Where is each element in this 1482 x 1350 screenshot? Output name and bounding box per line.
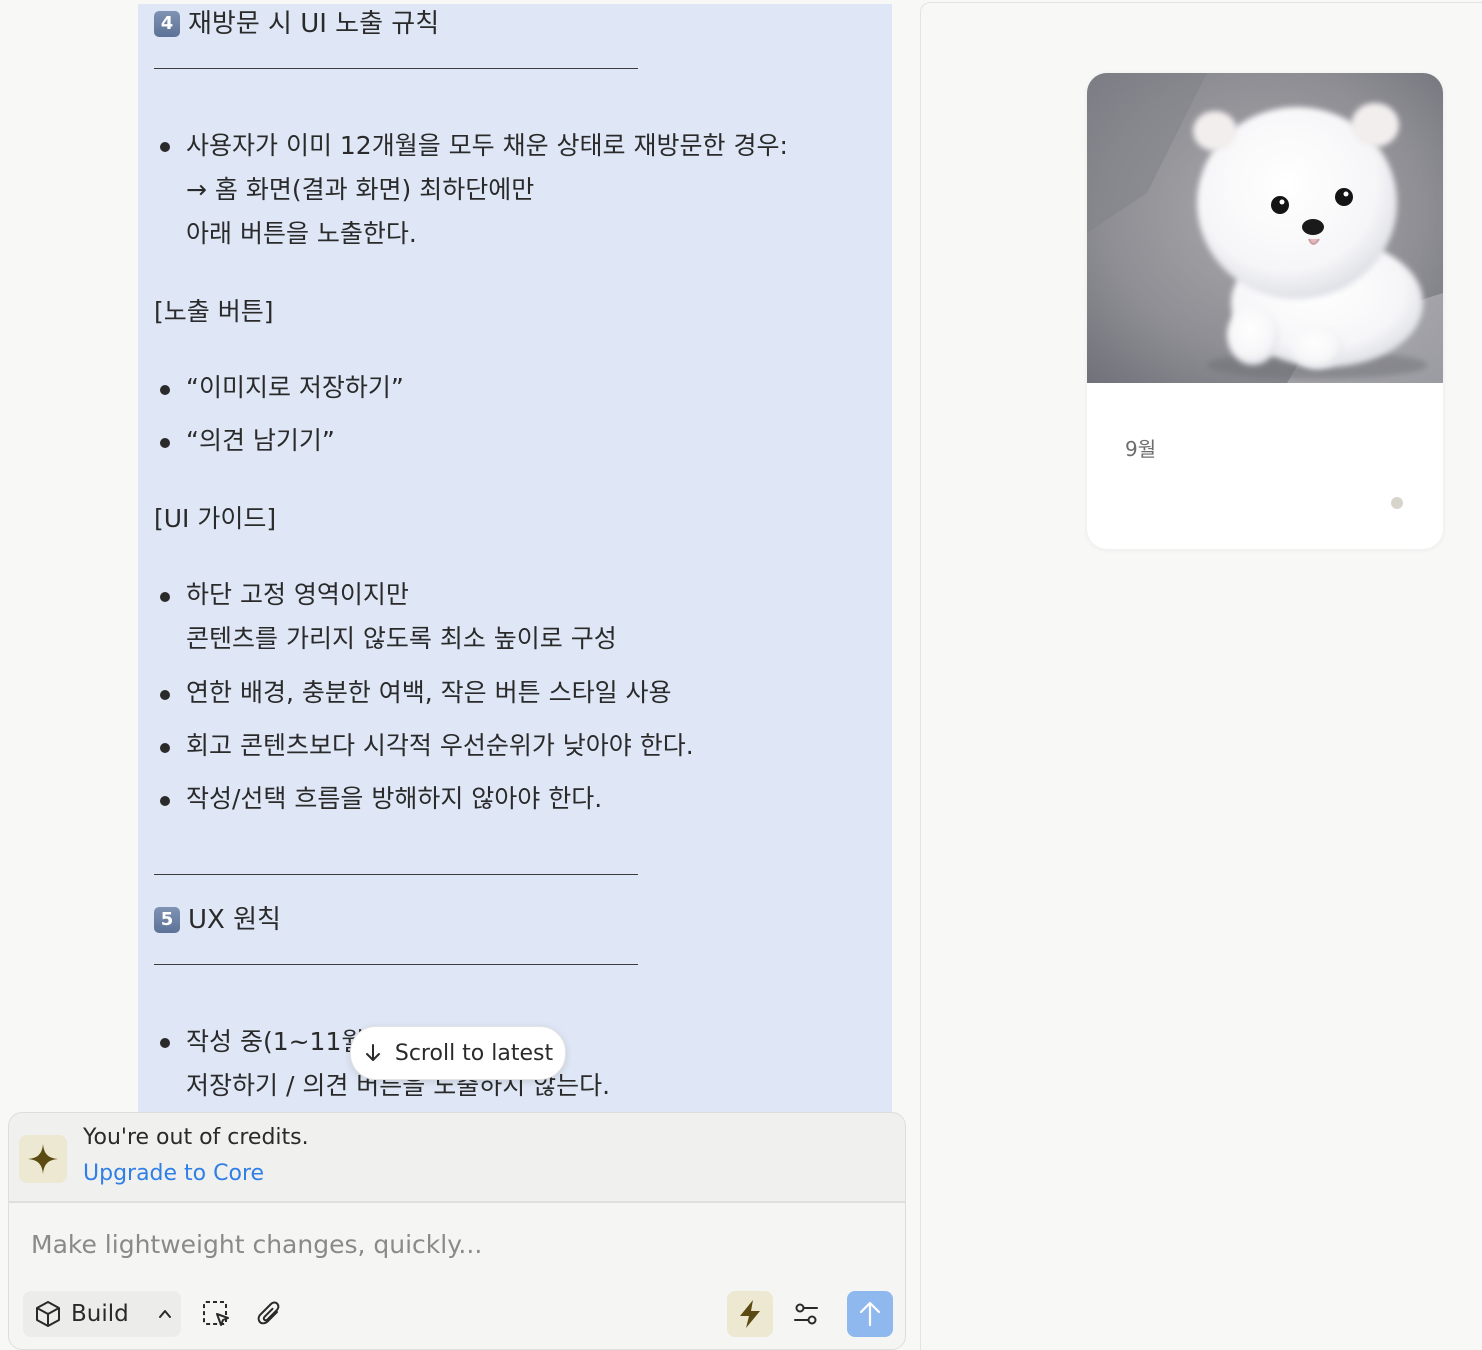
settings-sliders-icon bbox=[794, 1303, 818, 1325]
bullet-icon bbox=[160, 743, 170, 753]
exposed-buttons-heading: [노출 버튼] bbox=[154, 297, 274, 326]
ui-guide-item4: 작성/선택 흐름을 방해하지 않아야 한다. bbox=[186, 784, 603, 813]
bullet-icon bbox=[160, 690, 170, 700]
fast-mode-button[interactable] bbox=[727, 1291, 773, 1337]
keycap-5-icon: 5 bbox=[154, 907, 180, 933]
select-element-button[interactable] bbox=[193, 1291, 239, 1337]
bullet-icon bbox=[160, 438, 170, 448]
month-card[interactable]: 9월 bbox=[1087, 73, 1443, 549]
build-mode-button[interactable]: Build bbox=[23, 1291, 181, 1337]
divider bbox=[154, 68, 638, 69]
section-4-heading: 4 재방문 시 UI 노출 규칙 bbox=[154, 4, 439, 44]
bullet-icon bbox=[160, 142, 170, 152]
select-area-icon bbox=[203, 1301, 229, 1326]
bullet-icon bbox=[160, 796, 170, 806]
app-preview-pane[interactable]: 9월 bbox=[920, 2, 1482, 1350]
lightning-icon bbox=[740, 1300, 760, 1328]
ui-guide-item2: 연한 배경, 충분한 여백, 작은 버튼 스타일 사용 bbox=[186, 678, 672, 707]
revisit-rule-line2: → 홈 화면(결과 화면) 최하단에만 bbox=[186, 175, 535, 204]
section-5-heading: 5 UX 원칙 bbox=[154, 900, 281, 940]
send-button[interactable] bbox=[847, 1291, 893, 1337]
exposed-button-item: “이미지로 저장하기” bbox=[186, 373, 404, 402]
section-4-title: 재방문 시 UI 노출 규칙 bbox=[188, 9, 440, 39]
section-5-title: UX 원칙 bbox=[188, 905, 281, 935]
chat-pane[interactable]: 4 재방문 시 UI 노출 규칙 사용자가 이미 12개월을 모두 채운 상태로 … bbox=[0, 0, 918, 1350]
credits-message: You're out of credits. bbox=[83, 1125, 309, 1150]
arrow-down-icon bbox=[365, 1044, 380, 1061]
scroll-to-latest-label: Scroll to latest bbox=[394, 1040, 554, 1066]
credits-banner: You're out of credits. Upgrade to Core bbox=[8, 1112, 906, 1202]
keycap-4-icon: 4 bbox=[154, 11, 180, 37]
divider bbox=[154, 874, 638, 875]
assistant-message: 4 재방문 시 UI 노출 규칙 사용자가 이미 12개월을 모두 채운 상태로 … bbox=[138, 4, 892, 1124]
ui-guide-heading: [UI 가이드] bbox=[154, 504, 277, 533]
bullet-icon bbox=[160, 592, 170, 602]
scroll-to-latest-button[interactable]: Scroll to latest bbox=[350, 1026, 566, 1080]
chevron-up-icon bbox=[158, 1310, 171, 1318]
revisit-rule-line1: 사용자가 이미 12개월을 모두 채운 상태로 재방문한 경우: bbox=[186, 131, 788, 160]
bullet-icon bbox=[160, 385, 170, 395]
paperclip-icon bbox=[257, 1301, 280, 1325]
cube-icon bbox=[36, 1301, 60, 1327]
prompt-input[interactable] bbox=[29, 1221, 883, 1267]
sparkle-icon bbox=[28, 1144, 58, 1174]
ui-guide-item1-line1: 하단 고정 영역이지만 bbox=[186, 580, 409, 609]
divider bbox=[154, 964, 638, 965]
status-dot bbox=[1391, 497, 1403, 509]
settings-button[interactable] bbox=[783, 1291, 829, 1337]
ux-item1-line1: 작성 중(1~11월 bbox=[186, 1027, 365, 1056]
attach-button[interactable] bbox=[247, 1291, 293, 1337]
puppy-photo bbox=[1087, 73, 1443, 383]
upgrade-link[interactable]: Upgrade to Core bbox=[83, 1161, 264, 1186]
revisit-rule-line3: 아래 버튼을 노출한다. bbox=[186, 219, 417, 248]
exposed-button-item: “의견 남기기” bbox=[186, 426, 335, 455]
arrow-up-icon bbox=[859, 1301, 881, 1327]
bullet-icon bbox=[160, 1038, 170, 1048]
ui-guide-item3: 회고 콘텐츠보다 시각적 우선순위가 낮아야 한다. bbox=[186, 731, 694, 760]
ui-guide-item1-line2: 콘텐츠를 가리지 않도록 최소 높이로 구성 bbox=[186, 624, 617, 653]
composer: Build bbox=[8, 1202, 906, 1350]
month-label: 9월 bbox=[1125, 437, 1157, 461]
sparkle-badge bbox=[19, 1135, 67, 1183]
build-mode-label: Build bbox=[71, 1301, 129, 1327]
